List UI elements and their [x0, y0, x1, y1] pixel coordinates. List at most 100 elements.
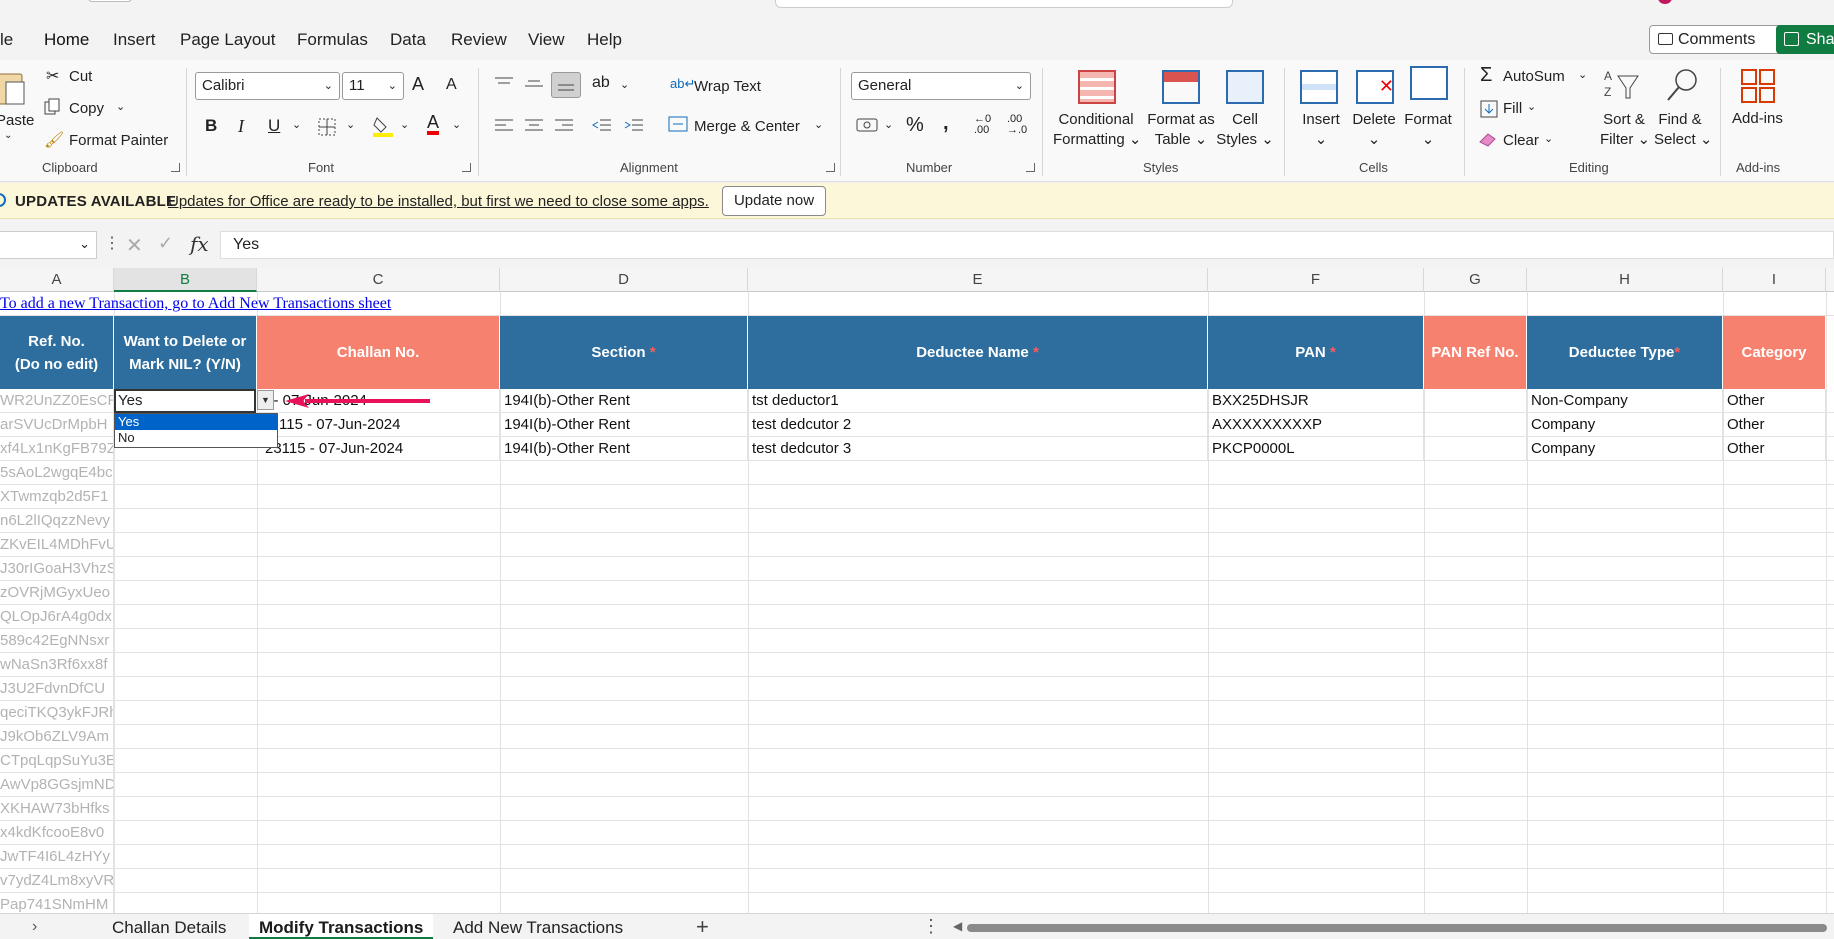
cell-ref[interactable]: AwVp8GGsjmND: [0, 773, 114, 797]
enter-icon[interactable]: ✓: [158, 233, 173, 254]
fill-chevron-icon[interactable]: ⌄: [1527, 100, 1536, 113]
cell-ref[interactable]: XKHAW73bHfks: [0, 797, 114, 821]
tab-insert[interactable]: Insert: [113, 30, 156, 50]
cell-ref[interactable]: J9kOb6ZLV9Am: [0, 725, 114, 749]
insert-function-icon[interactable]: fx: [190, 232, 209, 256]
align-right-icon[interactable]: [554, 118, 574, 134]
column-header-a[interactable]: A: [0, 268, 114, 292]
column-header-f[interactable]: F: [1208, 268, 1424, 292]
cell-deductee-name[interactable]: test dedcutor 3: [748, 437, 1208, 461]
orientation-icon[interactable]: ab: [592, 74, 610, 92]
cell-challan[interactable]: 23115 - 07-Jun-2024: [257, 437, 500, 461]
cell-ref[interactable]: zOVRjMGyxUeo: [0, 581, 114, 605]
cell-ref[interactable]: wNaSn3Rf6xx8f: [0, 653, 114, 677]
update-message-link[interactable]: Updates for Office are ready to be insta…: [168, 193, 709, 210]
header-pan-ref-no[interactable]: PAN Ref No.: [1424, 316, 1527, 389]
cell-deductee-type[interactable]: Company: [1527, 437, 1723, 461]
cell-deductee-name[interactable]: test dedcutor 2: [748, 413, 1208, 437]
update-now-button[interactable]: Update now: [722, 186, 826, 216]
cell-category[interactable]: Other: [1723, 413, 1826, 437]
add-sheet-button[interactable]: +: [696, 914, 709, 939]
decrease-decimal-icon[interactable]: .00 →.0: [1007, 114, 1027, 136]
cell-pan-ref[interactable]: [1424, 413, 1527, 437]
autosum-chevron-icon[interactable]: ⌄: [1578, 68, 1587, 81]
font-color-chevron-icon[interactable]: ⌄: [452, 118, 461, 131]
horizontal-scrollbar[interactable]: ◀: [953, 919, 1834, 935]
cell-ref[interactable]: 589c42EgNNsxr: [0, 629, 114, 653]
number-format-select[interactable]: General ⌄: [851, 72, 1031, 100]
font-color-icon[interactable]: A: [427, 113, 440, 135]
cell-category[interactable]: Other: [1723, 437, 1826, 461]
cell-section[interactable]: 194I(b)-Other Rent: [500, 413, 748, 437]
underline-button[interactable]: U: [268, 116, 280, 136]
cell-pan-ref[interactable]: [1424, 437, 1527, 461]
number-launcher-icon[interactable]: [1026, 163, 1035, 172]
comma-style-icon[interactable]: ,: [943, 112, 949, 135]
header-delete-nil[interactable]: Want to Delete or Mark NIL? (Y/N): [114, 316, 257, 389]
header-deductee-name[interactable]: Deductee Name *: [748, 316, 1208, 389]
column-header-d[interactable]: D: [500, 268, 748, 292]
copy-button[interactable]: Copy: [69, 100, 104, 117]
sort-filter-button[interactable]: Sort & Filter ⌄: [1600, 110, 1650, 150]
cell-challan[interactable]: 115 - 07-Jun-2024: [257, 413, 500, 437]
bold-button[interactable]: B: [205, 116, 217, 136]
tab-review[interactable]: Review: [451, 30, 507, 50]
dropdown-option-yes[interactable]: Yes: [115, 414, 277, 430]
add-transaction-link[interactable]: To add a new Transaction, go to Add New …: [0, 295, 391, 313]
scrollbar-thumb[interactable]: [967, 924, 1827, 932]
format-as-table-button[interactable]: Format as Table ⌄: [1142, 110, 1220, 150]
merge-chevron-icon[interactable]: ⌄: [814, 118, 823, 131]
conditional-formatting-button[interactable]: Conditional Formatting ⌄: [1053, 110, 1141, 150]
paste-button[interactable]: Paste: [0, 112, 34, 129]
column-header-g[interactable]: G: [1424, 268, 1527, 292]
header-challan-no[interactable]: Challan No.: [257, 316, 500, 389]
align-bottom-button[interactable]: [551, 72, 581, 98]
chevron-right-icon[interactable]: ›: [32, 918, 37, 936]
merge-center-button[interactable]: Merge & Center: [694, 118, 800, 135]
cell-ref[interactable]: XTwmzqb2d5F1: [0, 485, 114, 509]
dropdown-option-no[interactable]: No: [115, 430, 277, 446]
percent-style-icon[interactable]: %: [906, 114, 924, 137]
align-middle-icon[interactable]: [524, 76, 544, 92]
cancel-icon[interactable]: ✕: [126, 233, 143, 258]
cell-category[interactable]: Other: [1723, 389, 1826, 413]
cell-ref[interactable]: 5sAoL2wgqE4bc: [0, 461, 114, 485]
cell-ref[interactable]: ZKvEIL4MDhFvU: [0, 533, 114, 557]
cell-deductee-name[interactable]: tst deductor1: [748, 389, 1208, 413]
format-cells-button[interactable]: Format ⌄: [1403, 110, 1453, 150]
search-box[interactable]: [775, 0, 1233, 8]
font-name-select[interactable]: Calibri ⌄: [195, 72, 340, 100]
cell-ref[interactable]: n6L2lIQqzzNevy: [0, 509, 114, 533]
cell-ref[interactable]: Pap741SNmHM: [0, 893, 114, 913]
alignment-launcher-icon[interactable]: [826, 163, 835, 172]
borders-chevron-icon[interactable]: ⌄: [346, 118, 355, 131]
cell-ref[interactable]: qeciTKQ3ykFJRh: [0, 701, 114, 725]
orientation-chevron-icon[interactable]: ⌄: [620, 78, 629, 91]
cell-pan-ref[interactable]: [1424, 389, 1527, 413]
align-top-icon[interactable]: [494, 76, 514, 92]
accounting-format-icon[interactable]: [856, 116, 878, 134]
active-cell-b3[interactable]: Yes: [114, 389, 256, 413]
clear-button[interactable]: Clear: [1503, 132, 1539, 149]
tab-help[interactable]: Help: [587, 30, 622, 50]
header-pan[interactable]: PAN *: [1208, 316, 1424, 389]
underline-chevron-icon[interactable]: ⌄: [292, 118, 301, 131]
header-ref-no[interactable]: Ref. No. (Do no edit): [0, 316, 114, 389]
cell-ref[interactable]: x4kdKfcooE8v0: [0, 821, 114, 845]
tab-home[interactable]: Home: [44, 30, 89, 50]
decrease-indent-icon[interactable]: [592, 118, 612, 134]
title-bar-control[interactable]: [88, 0, 132, 2]
cell-deductee-type[interactable]: Company: [1527, 413, 1723, 437]
cell-section[interactable]: 194I(b)-Other Rent: [500, 389, 748, 413]
cell-styles-button[interactable]: Cell Styles ⌄: [1216, 110, 1274, 150]
cell-ref[interactable]: xf4Lx1nKgFB79Z: [0, 437, 114, 461]
addins-button[interactable]: Add-ins: [1732, 110, 1783, 127]
cell-pan[interactable]: PKCP0000L: [1208, 437, 1424, 461]
align-center-icon[interactable]: [524, 118, 544, 134]
font-launcher-icon[interactable]: [462, 163, 471, 172]
account-avatar[interactable]: [1658, 0, 1672, 4]
cell-ref[interactable]: v7ydZ4Lm8xyVR: [0, 869, 114, 893]
column-header-c[interactable]: C: [257, 268, 500, 292]
tab-formulas[interactable]: Formulas: [297, 30, 368, 50]
header-deductee-type[interactable]: Deductee Type *: [1527, 316, 1723, 389]
